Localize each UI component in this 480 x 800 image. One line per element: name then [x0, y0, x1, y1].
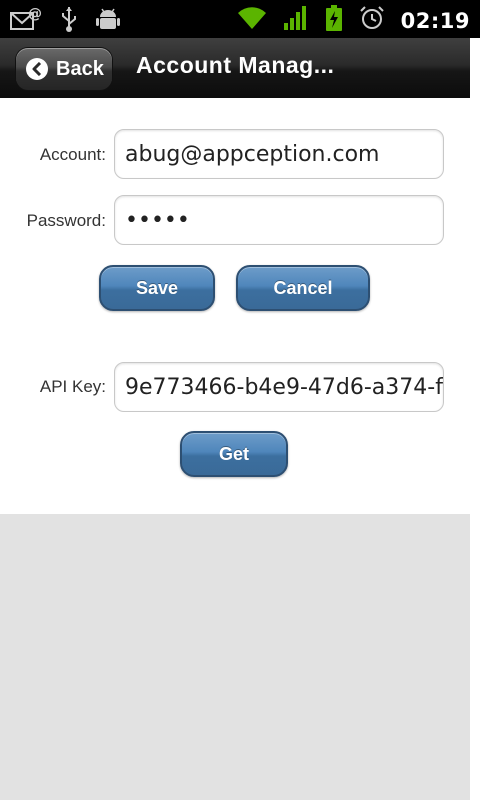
status-notifications: @ [10, 5, 120, 38]
title-bar: Back Account Manag... [0, 38, 470, 99]
cancel-button[interactable]: Cancel [236, 265, 370, 311]
email-icon: @ [10, 5, 42, 38]
chevron-left-icon [26, 58, 48, 80]
get-button[interactable]: Get [180, 431, 288, 477]
back-button-label: Back [56, 57, 104, 80]
api-key-field[interactable]: 9e773466-b4e9-47d6-a374-f [114, 362, 444, 412]
signal-icon [283, 5, 309, 36]
password-label: Password: [26, 211, 106, 230]
status-bar: @ 02:19 [0, 0, 480, 38]
page-title: Account Manag... [136, 52, 335, 78]
phone-screen: @ 02:19 Back Account Manag... Account: a… [0, 0, 480, 800]
password-field[interactable]: ••••• [114, 195, 444, 245]
battery-charging-icon [325, 4, 343, 37]
account-form: Account: abug@appception.com Password: •… [0, 98, 470, 514]
alarm-icon [359, 5, 385, 36]
status-system-icons: 02:19 [237, 4, 470, 37]
account-field[interactable]: abug@appception.com [114, 129, 444, 179]
empty-area [0, 514, 470, 800]
back-button[interactable]: Back [16, 48, 112, 90]
wifi-icon [237, 5, 267, 36]
right-edge [470, 38, 480, 800]
android-debug-icon [96, 5, 120, 38]
account-label: Account: [39, 145, 106, 164]
save-button[interactable]: Save [99, 265, 215, 311]
clock-time: 02:19 [400, 8, 470, 33]
usb-icon [60, 5, 78, 38]
api-key-label: API Key: [39, 377, 106, 396]
svg-text:@: @ [28, 6, 42, 22]
